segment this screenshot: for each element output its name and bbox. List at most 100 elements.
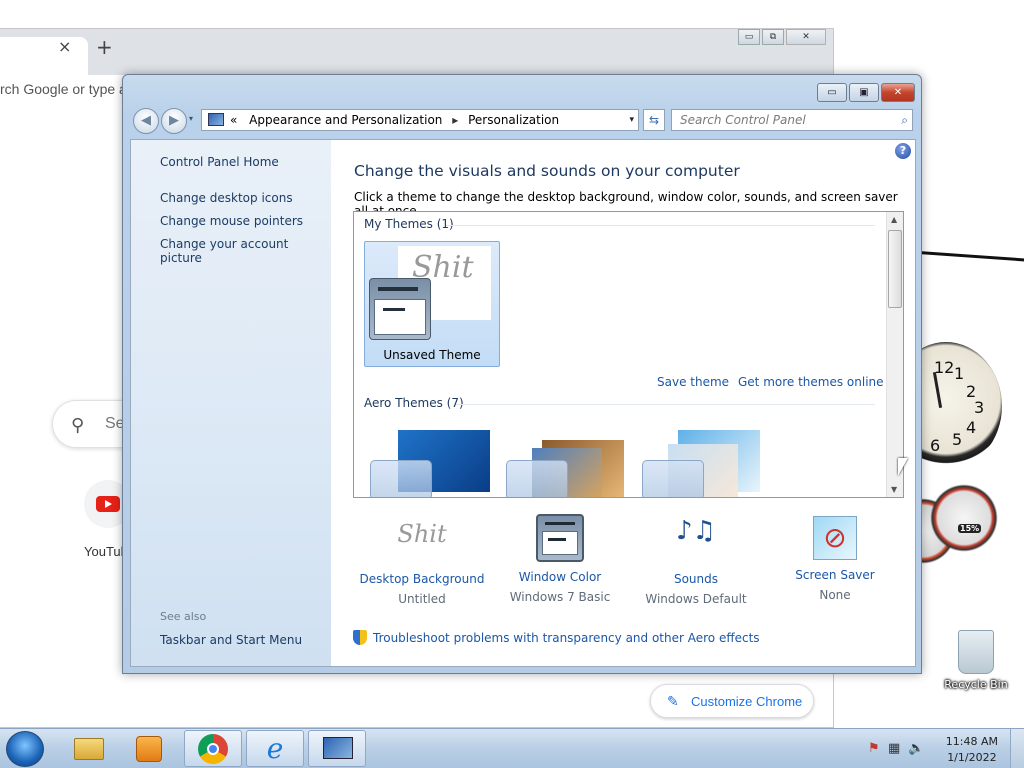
section-divider — [446, 225, 875, 226]
search-icon[interactable]: ⌕ — [901, 110, 908, 130]
start-button[interactable] — [6, 731, 44, 767]
personalization-window: ▭ ▣ ✕ ◀ ▶ ▾ « Appearance and Personaliza… — [122, 74, 922, 674]
minimize-button[interactable]: ▭ — [817, 83, 847, 102]
back-button[interactable]: ◀ — [133, 108, 159, 134]
window-preview-icon — [369, 278, 431, 340]
breadcrumb-appearance[interactable]: Appearance and Personalization — [249, 113, 442, 127]
glass-window-icon — [506, 460, 568, 497]
sounds-option[interactable]: ♪♫ Sounds Windows Default — [628, 510, 764, 606]
theme-list-scrollbar[interactable]: ▲ ▼ — [886, 212, 903, 497]
recent-pages-icon[interactable]: ▾ — [189, 114, 193, 123]
flag-icon[interactable]: ⚑ — [868, 741, 880, 756]
shield-icon — [353, 630, 367, 645]
sounds-link[interactable]: Sounds — [628, 572, 764, 586]
chrome-minimize-button[interactable]: ▭ — [738, 29, 760, 45]
search-placeholder: Search Control Panel — [680, 113, 806, 127]
sidebar-item-taskbar-start-menu[interactable]: Taskbar and Start Menu — [160, 633, 302, 647]
sounds-value: Windows Default — [645, 592, 747, 606]
sidebar-item-mouse-pointers[interactable]: Change mouse pointers — [160, 214, 303, 228]
clock-number-5: 5 — [952, 430, 963, 449]
clock-hand — [932, 372, 943, 408]
sidebar-item-desktop-icons[interactable]: Change desktop icons — [160, 191, 293, 205]
aero-theme-windows7[interactable] — [366, 430, 490, 497]
taskbar-chrome[interactable] — [184, 730, 242, 767]
recycle-bin-label: Recycle Bin — [944, 678, 1008, 691]
help-icon[interactable]: ? — [895, 143, 911, 159]
clock-number-6: 6 — [930, 436, 941, 455]
control-panel-icon — [323, 737, 353, 759]
refresh-button[interactable]: ⇆ — [643, 109, 665, 131]
chrome-tab[interactable] — [0, 37, 88, 75]
theme-list[interactable]: My Themes (1) Shit Unsaved Theme Save th… — [353, 211, 904, 498]
chrome-tab-bar: × + ▭ ⧉ ✕ — [0, 29, 833, 75]
screen-saver-link[interactable]: Screen Saver — [767, 568, 903, 582]
breadcrumb-separator[interactable]: ▸ — [452, 113, 458, 127]
recycle-bin-icon — [958, 630, 994, 674]
search-icon: ⚲ — [71, 415, 85, 436]
mouse-cursor-icon — [898, 458, 908, 476]
tab-close-icon[interactable]: × — [58, 37, 71, 56]
search-input[interactable]: Search Control Panel ⌕ — [671, 109, 913, 131]
forward-button[interactable]: ▶ — [161, 108, 187, 134]
clock[interactable]: 11:48 AM 1/1/2022 — [946, 734, 998, 766]
address-dropdown-icon[interactable]: ▾ — [629, 110, 634, 130]
screen-saver-icon: ⊘ — [813, 516, 857, 560]
clock-number-4: 4 — [966, 418, 977, 437]
desktop-wallpaper-stroke — [919, 251, 1024, 267]
taskbar-control-panel[interactable] — [308, 730, 366, 767]
sidebar-item-account-picture[interactable]: Change your account picture — [160, 237, 331, 265]
system-tray: ⚑ ▦ 🔈 11:48 AM 1/1/2022 — [854, 729, 1024, 768]
address-bar[interactable]: « Appearance and Personalization ▸ Perso… — [201, 109, 639, 131]
taskbar: e ⚑ ▦ 🔈 11:48 AM 1/1/2022 — [0, 728, 1024, 768]
address-prefix[interactable]: « — [230, 113, 237, 127]
control-panel-icon — [208, 113, 224, 126]
main-panel: ? Change the visuals and sounds on your … — [331, 140, 915, 666]
taskbar-explorer[interactable] — [60, 730, 118, 767]
breadcrumb-personalization[interactable]: Personalization — [468, 113, 559, 127]
glass-window-icon — [370, 460, 432, 497]
window-color-value: Windows 7 Basic — [509, 590, 611, 604]
recycle-bin[interactable]: Recycle Bin — [944, 630, 1008, 691]
chrome-omnibox[interactable]: rch Google or type a — [0, 77, 140, 103]
volume-icon[interactable]: 🔈 — [908, 741, 924, 756]
close-button[interactable]: ✕ — [881, 83, 915, 102]
customize-chrome-button[interactable]: ✎ Customize Chrome — [650, 684, 814, 718]
show-desktop-button[interactable] — [1010, 729, 1024, 768]
taskbar-internet-explorer[interactable]: e — [246, 730, 304, 767]
sounds-icon: ♪♫ — [676, 516, 716, 546]
troubleshoot-link[interactable]: Troubleshoot problems with transparency … — [353, 630, 760, 645]
chrome-icon — [198, 734, 228, 764]
clock-number-1: 1 — [954, 364, 965, 383]
sidebar: Control Panel Home Change desktop icons … — [131, 140, 331, 666]
window-color-icon — [536, 514, 584, 562]
aero-theme-architecture[interactable] — [502, 430, 626, 497]
window-color-option[interactable]: Window Color Windows 7 Basic — [492, 510, 628, 604]
pencil-icon: ✎ — [667, 693, 679, 709]
folder-icon — [74, 738, 104, 760]
screen-saver-value: None — [819, 588, 851, 602]
taskbar-media-player[interactable] — [122, 730, 180, 767]
youtube-icon — [96, 496, 120, 512]
chrome-close-button[interactable]: ✕ — [786, 29, 826, 45]
clock-time: 11:48 AM — [945, 735, 998, 748]
scrollbar-thumb[interactable] — [888, 230, 902, 308]
unsaved-theme-tile[interactable]: Shit Unsaved Theme — [364, 241, 500, 367]
new-tab-icon[interactable]: + — [96, 35, 113, 59]
cpu-percent: 15% — [958, 524, 982, 533]
aero-themes-header: Aero Themes (7) — [364, 396, 464, 410]
scroll-up-icon[interactable]: ▲ — [891, 215, 897, 224]
maximize-button[interactable]: ▣ — [849, 83, 879, 102]
screen-saver-option[interactable]: ⊘ Screen Saver None — [767, 510, 903, 602]
get-more-themes-link[interactable]: Get more themes online — [738, 375, 884, 389]
save-theme-link[interactable]: Save theme — [657, 375, 729, 389]
scroll-down-icon[interactable]: ▼ — [891, 485, 897, 494]
chrome-maximize-button[interactable]: ⧉ — [762, 29, 784, 45]
network-icon[interactable]: ▦ — [888, 741, 900, 756]
window-color-link[interactable]: Window Color — [492, 570, 628, 584]
internet-explorer-icon: e — [266, 732, 284, 765]
desktop-background-option[interactable]: Shit Desktop Background Untitled — [354, 510, 490, 606]
desktop-background-link[interactable]: Desktop Background — [354, 572, 490, 586]
sidebar-item-control-panel-home[interactable]: Control Panel Home — [160, 155, 279, 169]
navigation-bar: ◀ ▶ ▾ « Appearance and Personalization ▸… — [131, 106, 915, 134]
aero-theme-characters[interactable] — [638, 430, 762, 497]
